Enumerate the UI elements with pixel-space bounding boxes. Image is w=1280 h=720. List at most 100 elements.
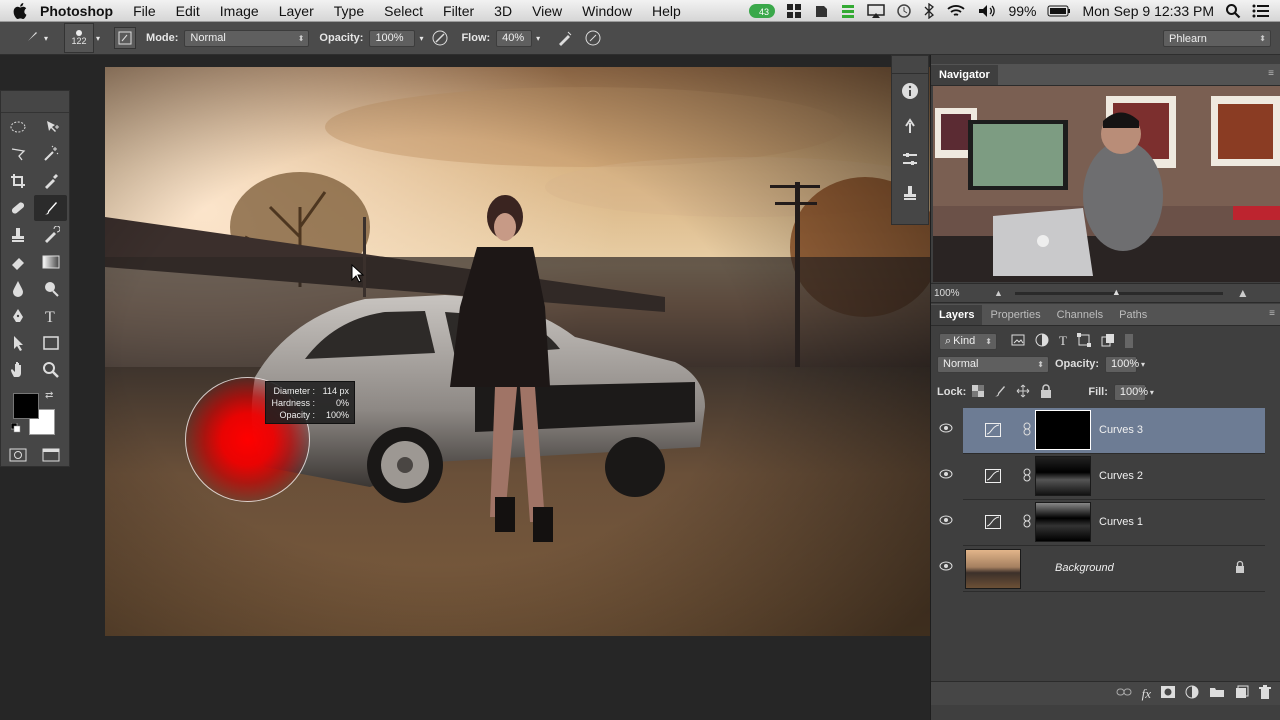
- navigator-zoom-slider[interactable]: ▲: [1014, 287, 1223, 297]
- fill-arrow-icon[interactable]: ▾: [1150, 388, 1154, 397]
- mode-select[interactable]: Normal ⬍: [184, 29, 310, 47]
- tab-navigator[interactable]: Navigator: [931, 65, 998, 85]
- hand-tool-icon[interactable]: [1, 357, 34, 383]
- new-adjustment-layer-icon[interactable]: [1185, 685, 1199, 702]
- adjustments-icon[interactable]: [892, 142, 928, 176]
- zoom-out-icon[interactable]: ▲: [994, 288, 1003, 298]
- eraser-tool-icon[interactable]: [1, 249, 34, 275]
- layer-row-background[interactable]: Background: [931, 546, 1280, 592]
- filter-smart-object-icon[interactable]: [1101, 333, 1115, 350]
- filter-type-icon[interactable]: T: [1059, 333, 1067, 349]
- type-tool-icon[interactable]: T: [34, 303, 67, 329]
- layers-menu-icon[interactable]: ≡: [1269, 308, 1275, 319]
- visibility-eye-icon[interactable]: [939, 561, 953, 574]
- brush-tool-preset-icon[interactable]: [20, 27, 42, 49]
- visibility-eye-icon[interactable]: [939, 515, 953, 528]
- evernote-icon[interactable]: [813, 0, 829, 22]
- lock-position-icon[interactable]: [1016, 384, 1030, 401]
- menu-window[interactable]: Window: [582, 3, 632, 19]
- gradient-tool-icon[interactable]: [34, 249, 67, 275]
- layer-name[interactable]: Curves 1: [1099, 516, 1143, 528]
- menu-layer[interactable]: Layer: [279, 3, 314, 19]
- layer-opacity-arrow-icon[interactable]: ▾: [1141, 360, 1145, 369]
- brush-picker-arrow-icon[interactable]: ▾: [96, 34, 100, 43]
- app-menu[interactable]: Photoshop: [40, 3, 113, 19]
- airplay-icon[interactable]: [867, 0, 886, 22]
- zoom-slider-thumb-icon[interactable]: ▲: [1112, 287, 1121, 297]
- magic-wand-tool-icon[interactable]: [34, 141, 67, 167]
- layer-mask-thumbnail[interactable]: [1035, 502, 1091, 542]
- brush-size-picker[interactable]: 122: [64, 23, 95, 53]
- opacity-slider-arrow-icon[interactable]: ▾: [419, 34, 423, 43]
- layer-style-fx-icon[interactable]: fx: [1142, 686, 1151, 702]
- grid-icon[interactable]: [786, 0, 802, 22]
- menu-view[interactable]: View: [532, 3, 562, 19]
- flow-slider-arrow-icon[interactable]: ▾: [536, 34, 540, 43]
- pen-tool-icon[interactable]: [1, 303, 34, 329]
- pressure-opacity-icon[interactable]: [429, 27, 451, 49]
- default-colors-icon[interactable]: [10, 422, 21, 433]
- toolbox-grip[interactable]: [1, 91, 69, 113]
- time-machine-icon[interactable]: [896, 0, 912, 22]
- filter-pixel-icon[interactable]: [1011, 334, 1025, 349]
- layer-row-curves-2[interactable]: Curves 2: [931, 454, 1280, 500]
- brush-panel-toggle-icon[interactable]: [114, 27, 137, 49]
- filter-adjustment-icon[interactable]: [1035, 333, 1049, 350]
- brush-tool-icon[interactable]: [34, 194, 67, 221]
- navigator-zoom-value[interactable]: 100%: [934, 288, 984, 299]
- navigator-menu-icon[interactable]: ≡: [1268, 68, 1274, 79]
- menu-3d[interactable]: 3D: [494, 3, 512, 19]
- menu-type[interactable]: Type: [334, 3, 364, 19]
- layer-link-icon[interactable]: [1023, 422, 1031, 439]
- menu-file[interactable]: File: [133, 3, 156, 19]
- crop-tool-icon[interactable]: [1, 168, 34, 194]
- info-panel-icon[interactable]: [892, 74, 928, 108]
- bars-icon[interactable]: [840, 0, 856, 22]
- flow-input[interactable]: 40%: [496, 29, 533, 47]
- layer-name[interactable]: Curves 3: [1099, 424, 1143, 436]
- layer-mask-thumbnail[interactable]: [1035, 410, 1091, 450]
- pressure-size-icon[interactable]: [582, 27, 604, 49]
- visibility-eye-icon[interactable]: [939, 423, 953, 436]
- strip-grip[interactable]: [892, 56, 928, 74]
- tab-paths[interactable]: Paths: [1111, 305, 1155, 325]
- eyedropper-tool-icon[interactable]: [34, 168, 67, 194]
- clone-source-icon[interactable]: [892, 176, 928, 210]
- brush-presets-icon[interactable]: [892, 108, 928, 142]
- filter-kind-select[interactable]: ⌕ Kind ⬍: [939, 332, 997, 350]
- notification-center-icon[interactable]: [1252, 0, 1270, 22]
- layer-name[interactable]: Curves 2: [1099, 470, 1143, 482]
- polygonal-lasso-tool-icon[interactable]: [1, 141, 34, 167]
- history-brush-tool-icon[interactable]: [34, 222, 67, 248]
- layer-mask-thumbnail[interactable]: [1035, 456, 1091, 496]
- layer-name[interactable]: Background: [1055, 562, 1114, 574]
- clock[interactable]: Mon Sep 9 12:33 PM: [1082, 3, 1214, 19]
- document-canvas[interactable]: [105, 67, 930, 636]
- blur-tool-icon[interactable]: [1, 276, 34, 302]
- delete-layer-icon[interactable]: [1259, 685, 1271, 702]
- layer-opacity-input[interactable]: 100%: [1105, 355, 1139, 373]
- path-selection-tool-icon[interactable]: [1, 330, 34, 356]
- menu-select[interactable]: Select: [384, 3, 423, 19]
- menu-image[interactable]: Image: [220, 3, 259, 19]
- add-mask-icon[interactable]: [1161, 686, 1175, 701]
- elliptical-marquee-tool-icon[interactable]: [1, 114, 34, 140]
- filter-shape-icon[interactable]: [1076, 332, 1091, 350]
- navigator-thumbnail[interactable]: [933, 86, 1280, 282]
- layer-link-icon[interactable]: [1023, 514, 1031, 531]
- new-layer-icon[interactable]: [1235, 685, 1249, 702]
- zoom-in-icon[interactable]: ▲: [1237, 286, 1249, 300]
- tab-channels[interactable]: Channels: [1049, 305, 1111, 325]
- lock-all-icon[interactable]: [1040, 383, 1052, 401]
- new-group-icon[interactable]: [1209, 686, 1225, 701]
- move-tool-icon[interactable]: [34, 114, 67, 140]
- swap-colors-icon[interactable]: ⇄: [45, 390, 53, 401]
- airbrush-icon[interactable]: [554, 27, 576, 49]
- layer-row-curves-1[interactable]: Curves 1: [931, 500, 1280, 546]
- opacity-input[interactable]: 100%: [369, 29, 416, 47]
- apple-menu-icon[interactable]: [0, 0, 40, 22]
- volume-icon[interactable]: [977, 0, 997, 22]
- clone-stamp-tool-icon[interactable]: [1, 222, 34, 248]
- blend-mode-select[interactable]: Normal ⬍: [937, 355, 1049, 373]
- menu-edit[interactable]: Edit: [176, 3, 200, 19]
